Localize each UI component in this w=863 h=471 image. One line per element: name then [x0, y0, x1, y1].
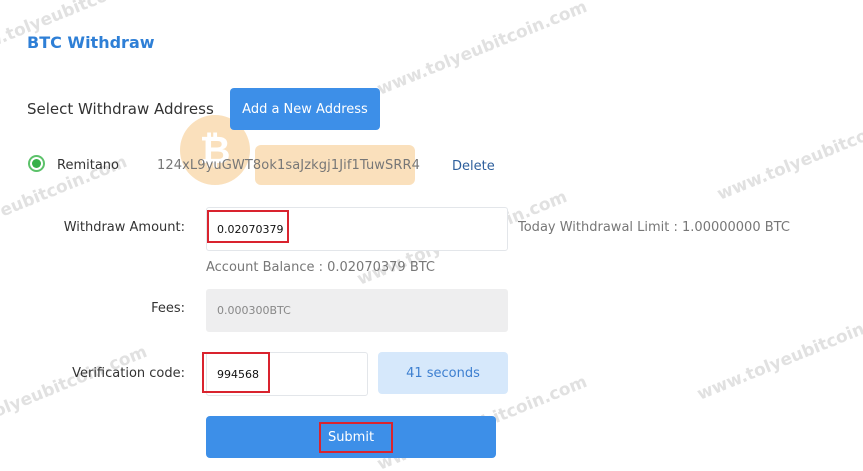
address-name: Remitano	[57, 158, 119, 173]
withdraw-amount-label: Withdraw Amount:	[63, 220, 185, 235]
radio-selected-dot	[32, 159, 41, 168]
page-title: BTC Withdraw	[27, 33, 155, 52]
add-address-button[interactable]: Add a New Address	[230, 88, 380, 130]
send-code-countdown-button[interactable]: 41 seconds	[378, 352, 508, 394]
delete-address-link[interactable]: Delete	[452, 159, 495, 174]
watermark-text: www.tolyeubitcoin.com	[374, 0, 590, 100]
verification-code-label: Verification code:	[72, 366, 185, 381]
account-balance-text: Account Balance : 0.02070379 BTC	[206, 260, 435, 275]
watermark-text: www.tolyeubitcoin.com	[694, 302, 863, 405]
address-radio[interactable]	[28, 155, 45, 172]
submit-button[interactable]: Submit	[206, 416, 496, 458]
withdraw-amount-input[interactable]: 0.02070379	[206, 207, 508, 251]
fees-field: 0.000300BTC	[206, 289, 508, 332]
watermark-text: www.tolyeubitcoin.com	[714, 102, 863, 205]
fees-label: Fees:	[151, 301, 185, 316]
verification-code-input[interactable]: 994568	[206, 352, 368, 396]
watermark-text: www.tolyeubitcoin.com	[0, 342, 150, 445]
withdrawal-limit-text: Today Withdrawal Limit : 1.00000000 BTC	[518, 220, 790, 235]
select-address-label: Select Withdraw Address	[27, 100, 214, 118]
address-value: 124xL9yuGWT8ok1saJzkgj1Jif1TuwSRR4	[157, 158, 421, 173]
